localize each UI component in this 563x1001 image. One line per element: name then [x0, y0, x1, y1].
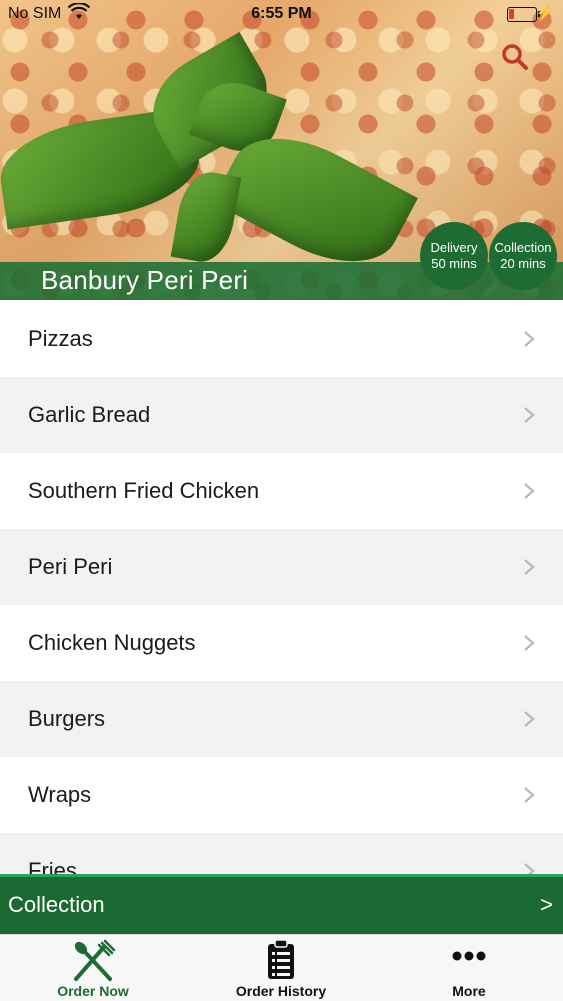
menu-item-label: Chicken Nuggets: [28, 630, 196, 655]
chevron-right-icon: [524, 787, 535, 803]
tab-order-history[interactable]: Order History: [211, 935, 351, 1001]
search-icon[interactable]: [500, 42, 530, 72]
menu-category-list: Pizzas Garlic Bread Southern Fried Chick…: [0, 301, 563, 874]
order-mode-label: Collection: [8, 892, 105, 917]
delivery-label: Delivery: [430, 240, 478, 255]
tab-label: Order History: [235, 983, 327, 999]
clipboard-list-icon: [266, 939, 296, 986]
menu-item-chicken-nuggets[interactable]: Chicken Nuggets: [0, 605, 563, 681]
menu-item-label: Garlic Bread: [28, 402, 151, 427]
chevron-right-icon: [524, 635, 535, 651]
menu-item-fries[interactable]: Fries: [0, 833, 563, 874]
menu-item-wraps[interactable]: Wraps: [0, 757, 563, 833]
tab-label: Order Now: [57, 983, 129, 999]
menu-item-label: Burgers: [28, 706, 106, 731]
status-bar: No SIM 6:55 PM ⚡: [0, 0, 563, 30]
delivery-time: 50 mins: [431, 256, 477, 271]
chevron-right-icon: [524, 407, 535, 423]
menu-item-burgers[interactable]: Burgers: [0, 681, 563, 757]
chevron-right-icon: [524, 711, 535, 727]
charging-icon: ⚡: [535, 5, 554, 22]
menu-item-southern-fried-chicken[interactable]: Southern Fried Chicken: [0, 453, 563, 529]
menu-item-label: Peri Peri: [28, 554, 113, 579]
chevron-right-icon: [524, 483, 535, 499]
menu-item-label: Wraps: [28, 782, 92, 807]
menu-item-label: Southern Fried Chicken: [28, 478, 260, 503]
menu-item-label: Pizzas: [28, 326, 93, 351]
tab-order-now[interactable]: Order Now: [23, 935, 163, 1001]
menu-item-pizzas[interactable]: Pizzas: [0, 301, 563, 377]
tab-bar: Order Now Order History More: [0, 934, 563, 1001]
tab-more[interactable]: More: [399, 935, 539, 1001]
restaurant-name: Banbury Peri Peri: [41, 265, 249, 295]
tab-label: More: [452, 983, 486, 999]
battery-icon: [507, 7, 540, 22]
clock: 6:55 PM: [251, 5, 312, 22]
more-dots-icon: [451, 949, 487, 967]
order-mode-arrow: >: [540, 892, 553, 917]
collection-time-badge[interactable]: Collection 20 mins: [489, 222, 557, 290]
chevron-right-icon: [524, 559, 535, 575]
delivery-time-badge[interactable]: Delivery 50 mins: [420, 222, 488, 290]
fork-knife-icon: [70, 939, 116, 988]
menu-item-peri-peri[interactable]: Peri Peri: [0, 529, 563, 605]
collection-time: 20 mins: [500, 256, 546, 271]
chevron-right-icon: [524, 863, 535, 874]
menu-item-garlic-bread[interactable]: Garlic Bread: [0, 377, 563, 453]
menu-item-label: Fries: [28, 858, 77, 874]
order-mode-bar[interactable]: Collection >: [0, 874, 563, 937]
chevron-right-icon: [524, 331, 535, 347]
collection-label: Collection: [494, 240, 552, 255]
